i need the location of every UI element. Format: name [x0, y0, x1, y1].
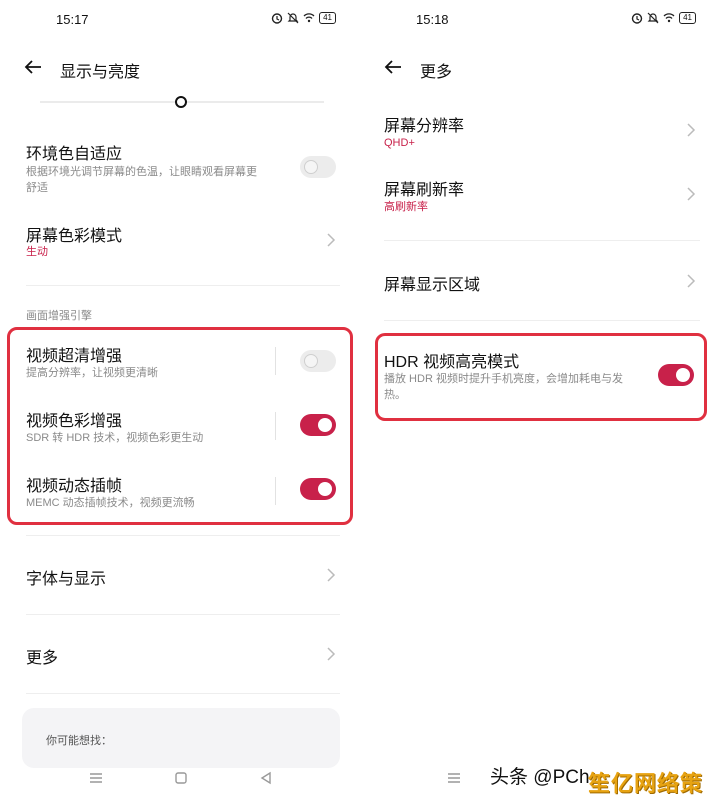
font-display-title: 字体与显示	[26, 571, 107, 588]
divider	[26, 693, 340, 694]
chevron-right-icon	[687, 274, 696, 288]
refresh-rate-title: 屏幕刷新率	[384, 182, 465, 199]
app-bar: 显示与亮度	[0, 44, 360, 92]
back-arrow-icon[interactable]	[22, 56, 44, 78]
brightness-slider-knob[interactable]	[175, 96, 187, 108]
page-title: 更多	[420, 64, 453, 81]
chevron-right-icon	[327, 568, 336, 582]
screen-resolution-title: 屏幕分辨率	[384, 118, 465, 135]
page-title: 显示与亮度	[60, 64, 141, 81]
divider	[26, 614, 340, 615]
ambient-color-title: 环境色自适应	[26, 146, 123, 163]
alarm-icon	[631, 13, 643, 24]
source-watermark: 头条 @PCh	[490, 767, 590, 788]
wifi-icon	[663, 13, 675, 23]
ambient-color-toggle[interactable]	[300, 156, 336, 178]
color-mode-title: 屏幕色彩模式	[26, 228, 123, 245]
color-mode-value: 生动	[26, 246, 48, 258]
ambient-color-desc-line1: 根据环境光调节屏幕的色温，让眼睛观看屏幕更	[26, 166, 257, 178]
font-display-row[interactable]: 字体与显示	[0, 560, 360, 592]
refresh-rate-value: 高刷新率	[384, 201, 428, 213]
battery-icon: 41	[319, 12, 336, 24]
menu-icon[interactable]	[446, 770, 462, 786]
suggestion-label: 你可能想找：	[46, 735, 112, 747]
battery-icon: 41	[679, 12, 696, 24]
chevron-right-icon	[327, 647, 336, 661]
status-bar: 15:18 41	[360, 0, 720, 40]
chevron-right-icon	[327, 233, 336, 247]
display-area-title: 屏幕显示区域	[384, 277, 481, 294]
screen-resolution-row[interactable]: 屏幕分辨率 QHD+	[360, 108, 720, 158]
menu-icon[interactable]	[88, 770, 104, 786]
divider	[384, 320, 700, 321]
alarm-icon	[271, 13, 283, 24]
more-screen: 15:18 41 更多 屏幕分辨率 QHD+ 屏幕刷新率 高刷新率 屏幕显示区域…	[360, 0, 720, 800]
suggestion-card: 你可能想找：	[22, 708, 340, 768]
chevron-right-icon	[687, 187, 696, 201]
display-brightness-screen: 15:17 41 显示与亮度 环境色自适应 根据环境光调节屏幕的色温，让眼睛观看…	[0, 0, 360, 800]
divider	[384, 240, 700, 241]
back-triangle-icon[interactable]	[258, 770, 274, 786]
more-title: 更多	[26, 650, 59, 667]
brand-watermark: 笙亿网络策划	[588, 771, 704, 796]
status-time: 15:18	[416, 12, 449, 27]
more-row[interactable]: 更多	[0, 639, 360, 671]
wifi-icon	[303, 13, 315, 23]
app-bar: 更多	[360, 44, 720, 92]
mute-bell-icon	[647, 12, 659, 24]
highlight-box	[375, 333, 707, 421]
display-area-row[interactable]: 屏幕显示区域	[360, 266, 720, 298]
refresh-rate-row[interactable]: 屏幕刷新率 高刷新率	[360, 172, 720, 222]
color-mode-row[interactable]: 屏幕色彩模式 生动	[0, 218, 360, 268]
section-header: 画面增强引擎	[26, 310, 92, 322]
mute-bell-icon	[287, 12, 299, 24]
chevron-right-icon	[687, 123, 696, 137]
status-time: 15:17	[56, 12, 89, 27]
back-arrow-icon[interactable]	[382, 56, 404, 78]
ambient-color-row[interactable]: 环境色自适应 根据环境光调节屏幕的色温，让眼睛观看屏幕更 舒适	[0, 136, 360, 202]
nav-bar	[0, 762, 360, 796]
divider	[26, 535, 340, 536]
highlight-box	[7, 327, 353, 525]
screen-resolution-value: QHD+	[384, 137, 415, 149]
divider	[26, 285, 340, 286]
status-bar: 15:17 41	[0, 0, 360, 40]
ambient-color-desc-line2: 舒适	[26, 182, 48, 194]
home-icon[interactable]	[173, 770, 189, 786]
